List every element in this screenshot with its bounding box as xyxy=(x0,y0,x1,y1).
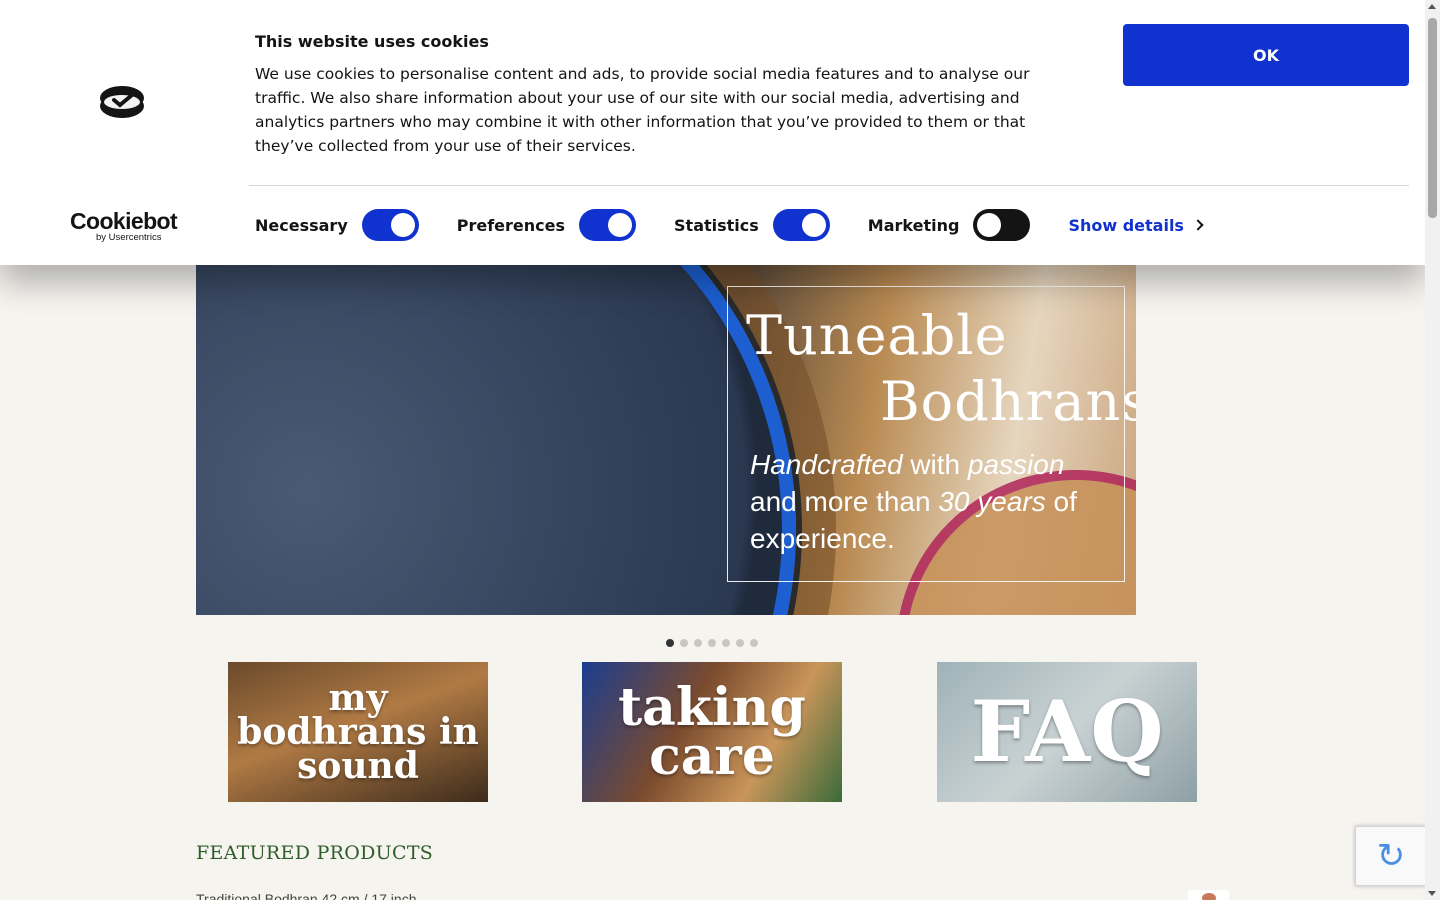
cookie-consent-banner: Cookiebot by Usercentrics This website u… xyxy=(0,0,1425,265)
tile-label: taking care xyxy=(618,676,806,787)
toggle-necessary: Necessary xyxy=(255,209,419,241)
hero-tag-word1: Handcrafted xyxy=(750,449,903,480)
slider-dot[interactable] xyxy=(680,639,688,647)
scroll-up-icon[interactable] xyxy=(1428,4,1436,9)
tile-my-bodhrans-in-sound[interactable]: my bodhrans in sound xyxy=(228,662,488,802)
hero-title-line1: Tuneable xyxy=(746,304,1008,367)
divider xyxy=(249,185,1409,186)
hero-title-line2: Bodhrans xyxy=(880,370,1136,433)
tile-label: FAQ xyxy=(970,682,1164,782)
toggle-label: Statistics xyxy=(674,215,759,235)
cookie-banner-title: This website uses cookies xyxy=(255,32,489,51)
featured-products-heading: FEATURED PRODUCTS xyxy=(196,842,434,864)
consent-toggles: Necessary Preferences Statistics Marketi… xyxy=(255,208,1204,242)
show-details-link[interactable]: Show details xyxy=(1068,215,1204,235)
slider-dot[interactable] xyxy=(750,639,758,647)
slider-dot[interactable] xyxy=(736,639,744,647)
necessary-switch[interactable] xyxy=(361,209,419,241)
featured-product-title[interactable]: Traditional Bodhran 42 cm / 17 inch xyxy=(196,891,417,900)
cookiebot-brand: Cookiebot by Usercentrics xyxy=(70,208,178,244)
hero-tag-text1: with xyxy=(902,449,968,480)
slider-dot[interactable] xyxy=(694,639,702,647)
page-scrollbar[interactable] xyxy=(1425,0,1440,900)
ok-button[interactable]: OK xyxy=(1123,24,1409,86)
slider-dot[interactable] xyxy=(666,639,674,647)
toggle-label: Preferences xyxy=(456,215,566,235)
show-details-label: Show details xyxy=(1068,215,1184,235)
cookie-banner-text: We use cookies to personalise content an… xyxy=(255,65,1030,155)
toggle-statistics: Statistics xyxy=(674,209,830,241)
scroll-down-icon[interactable] xyxy=(1428,891,1436,896)
marketing-switch[interactable] xyxy=(973,209,1031,241)
hero-tagline: Handcrafted with passion and more than 3… xyxy=(750,446,1110,557)
statistics-switch[interactable] xyxy=(772,209,830,241)
toggle-label: Marketing xyxy=(867,215,960,235)
hero-tag-text2: and more than xyxy=(750,486,939,517)
preferences-switch[interactable] xyxy=(579,209,637,241)
recaptcha-badge[interactable]: ↻ xyxy=(1355,826,1427,886)
slider-dot[interactable] xyxy=(708,639,716,647)
cookiebot-logo-icon xyxy=(100,86,144,118)
tile-taking-care[interactable]: taking care xyxy=(582,662,842,802)
hero-slider[interactable]: Tuneable Bodhrans Handcrafted with passi… xyxy=(196,240,1136,615)
tile-label: my bodhrans in sound xyxy=(237,676,479,788)
scrollbar-thumb[interactable] xyxy=(1428,18,1437,218)
toggle-label: Necessary xyxy=(255,215,348,235)
cookiebot-brand-name: Cookiebot xyxy=(70,208,178,234)
toggle-marketing: Marketing xyxy=(868,209,1031,241)
product-thumbnail[interactable] xyxy=(1188,890,1229,900)
toggle-preferences: Preferences xyxy=(456,209,637,241)
slider-dots xyxy=(666,639,758,647)
hero-tag-word2: passion xyxy=(967,449,1065,480)
hero-drum-image xyxy=(196,240,796,615)
hero-tag-word3: 30 years xyxy=(938,486,1046,517)
slider-dot[interactable] xyxy=(722,639,730,647)
tile-faq[interactable]: FAQ xyxy=(937,662,1197,802)
chevron-right-icon xyxy=(1192,219,1204,231)
recaptcha-icon: ↻ xyxy=(1376,836,1406,876)
